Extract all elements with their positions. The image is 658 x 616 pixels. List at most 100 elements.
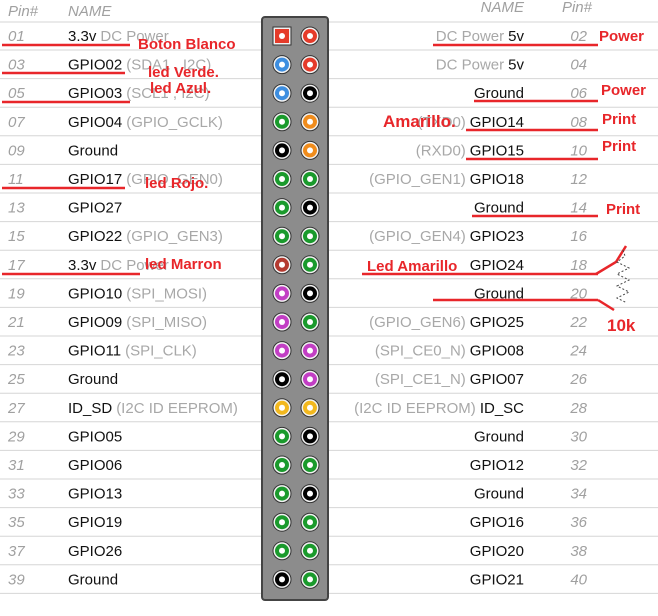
left-pin-function: (SPI_MISO) [126, 314, 207, 331]
left-pin-hole [279, 576, 285, 583]
left-pin-function: (SPI_MOSI) [126, 285, 207, 302]
right-pin-number: 40 [570, 571, 587, 588]
right-pin-name: GPIO12 [470, 457, 524, 474]
resistor-10k-symbol [595, 245, 631, 312]
right-pin-label: (GPIO_GEN1) GPIO18 [369, 171, 524, 188]
left-name-header: NAME [68, 3, 112, 20]
left-pin-hole [279, 233, 285, 240]
right-pin-number: 02 [570, 28, 587, 45]
left-pin-name: GPIO11 [68, 343, 121, 360]
right-pin-label: DC Power 5v [436, 28, 525, 45]
left-pin-number: 29 [7, 428, 25, 445]
left-pin-function: (I2C ID EEPROM) [116, 400, 238, 417]
left-pin-label: GPIO11 (SPI_CLK) [68, 343, 197, 360]
right-pin-function: DC Power [436, 57, 504, 74]
right-pin-name: GPIO15 [470, 142, 524, 159]
right-pin-hole [307, 118, 313, 125]
right-pin-number: 38 [570, 543, 587, 560]
annotation-led-marron: led Marron [145, 256, 222, 273]
left-pin-name: GPIO27 [68, 200, 122, 217]
left-pin-hole [279, 61, 285, 68]
right-pin-function: (GPIO_GEN1) [369, 171, 466, 188]
right-pin-label: Ground [474, 85, 524, 102]
right-pin-function: DC Power [436, 28, 504, 45]
left-pin-number: 11 [8, 171, 24, 188]
left-pin-number: 13 [8, 200, 25, 217]
right-pin-hole [307, 147, 313, 154]
right-pin-name: GPIO18 [470, 171, 524, 188]
left-pin-number: 17 [8, 257, 25, 274]
right-pin-hole [307, 90, 313, 97]
right-pin-label: Ground [474, 486, 524, 503]
left-pin-label: GPIO10 (SPI_MOSI) [68, 285, 207, 302]
left-pin-number: 27 [7, 400, 25, 417]
right-pin-number: 04 [570, 57, 587, 74]
right-name-header: NAME [481, 0, 525, 16]
right-pin-function: (SPI_CE0_N) [375, 343, 466, 360]
left-pin-label: Ground [68, 142, 118, 159]
left-pin-hole [279, 462, 285, 468]
left-pin-header: Pin# [8, 3, 39, 20]
left-pin-hole [279, 176, 285, 182]
left-pin-number: 33 [8, 486, 25, 503]
annotation-print-3: Print [606, 201, 640, 218]
right-pin-function: (GPIO_GEN4) [369, 228, 466, 245]
right-pin-hole [307, 176, 313, 182]
left-pin-number: 23 [7, 343, 25, 360]
left-pin-name: GPIO19 [68, 514, 122, 531]
left-pin-hole [279, 204, 285, 211]
right-pin-label: DC Power 5v [436, 57, 525, 74]
right-pin-number: 10 [570, 142, 587, 159]
left-pin-name: Ground [68, 142, 118, 159]
left-pin-hole [279, 147, 285, 154]
left-pin-label: GPIO26 [68, 543, 122, 560]
annotation-led-verde: led Verde. [148, 64, 219, 81]
left-pin-label: Ground [68, 571, 118, 588]
annotation-led-azul: led Azul. [150, 80, 211, 97]
right-pin-number: 36 [570, 514, 587, 531]
right-pin-number: 32 [570, 457, 587, 474]
right-pin-name: GPIO07 [470, 371, 524, 388]
left-pin-hole [279, 319, 285, 325]
right-pin-name: Ground [474, 486, 524, 503]
right-pin-hole [307, 462, 313, 468]
right-pin-number: 08 [570, 114, 587, 131]
right-pin-name: GPIO20 [470, 543, 524, 560]
right-pin-function: (RXD0) [416, 142, 466, 159]
annotation-led-rojo: led Rojo. [145, 175, 208, 192]
right-pin-name: 5v [508, 28, 524, 45]
right-pin-number: 28 [569, 400, 587, 417]
left-pin-hole [279, 33, 285, 39]
left-pin-name: GPIO13 [68, 486, 122, 503]
left-pin-label: GPIO05 [68, 428, 122, 445]
left-pin-number: 39 [8, 571, 25, 588]
left-pin-label: ID_SD (I2C ID EEPROM) [68, 400, 238, 417]
right-pin-label: (SPI_CE0_N) GPIO08 [375, 343, 524, 360]
right-pin-hole [307, 33, 313, 39]
left-pin-name: GPIO09 [68, 314, 122, 331]
annotation-power-1: Power [599, 28, 644, 45]
right-pin-hole [307, 376, 313, 383]
left-pin-name: GPIO05 [68, 428, 122, 445]
right-pin-label: GPIO12 [470, 457, 524, 474]
right-pin-name: Ground [474, 428, 524, 445]
left-pin-name: 3.3v [68, 257, 97, 274]
right-pin-label: (I2C ID EEPROM) ID_SC [354, 400, 524, 417]
right-pin-number: 06 [570, 85, 587, 102]
left-pin-number: 25 [7, 371, 25, 388]
right-pin-hole [307, 404, 313, 411]
right-pin-hole [307, 433, 313, 440]
left-pin-number: 01 [8, 28, 25, 45]
left-pin-name: GPIO06 [68, 457, 122, 474]
right-pin-name: Ground [474, 85, 524, 102]
right-pin-number: 26 [569, 371, 587, 388]
annotation-resistor-10k: 10k [607, 316, 636, 335]
annotation-amarillo: Amarillo. [383, 112, 456, 131]
right-pin-function: (I2C ID EEPROM) [354, 400, 476, 417]
left-pin-function: (GPIO_GCLK) [126, 114, 223, 131]
left-pin-hole [279, 376, 285, 383]
annotation-print-2: Print [602, 138, 636, 155]
header-connector-body [261, 16, 329, 601]
left-pin-label: GPIO06 [68, 457, 122, 474]
left-pin-label: GPIO27 [68, 200, 122, 217]
